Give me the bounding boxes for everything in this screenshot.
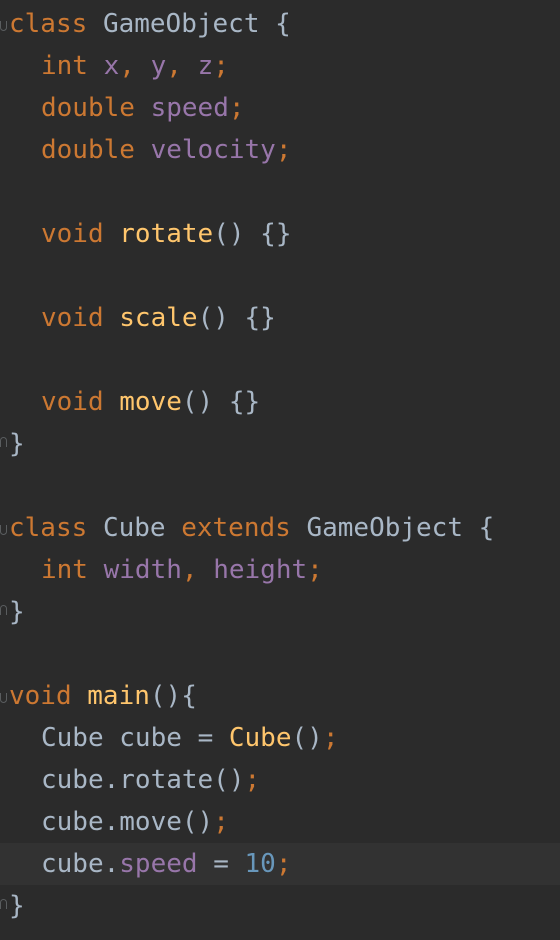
code-content: } <box>9 423 25 465</box>
semicolon: ; <box>228 93 245 123</box>
operator: = <box>197 723 214 753</box>
type-keyword: double <box>41 93 135 123</box>
code-content: cube.move(); <box>41 801 229 843</box>
code-line[interactable]: void scale() {} <box>0 297 560 339</box>
semicolon: ; <box>275 849 292 879</box>
brace: { <box>275 9 291 39</box>
method-body: () {} <box>213 219 292 249</box>
type-keyword: double <box>41 135 135 165</box>
field-name: velocity <box>150 135 276 165</box>
code-content: int width, height; <box>41 549 323 591</box>
method-name: rotate <box>119 219 214 249</box>
field-name: z <box>197 51 214 81</box>
fold-end-icon[interactable] <box>0 605 7 615</box>
constructor-call: Cube <box>228 723 292 753</box>
keyword: void <box>41 387 104 417</box>
code-line[interactable]: class GameObject { <box>0 3 560 45</box>
fold-end-icon[interactable] <box>0 437 7 447</box>
semicolon: ; <box>275 135 292 165</box>
code-content: cube.rotate(); <box>41 759 260 801</box>
fold-end-icon[interactable] <box>0 899 7 909</box>
code-content: double velocity; <box>41 129 291 171</box>
semicolon: ; <box>213 51 229 81</box>
current-code-line[interactable]: cube.speed = 10; <box>0 843 560 885</box>
class-name: Cube <box>102 513 166 543</box>
type-name: Cube <box>41 723 104 753</box>
code-line[interactable]: int width, height; <box>0 549 560 591</box>
semicolon: ; <box>322 723 339 753</box>
comma: , <box>166 51 182 81</box>
paren: () <box>291 723 323 753</box>
code-line[interactable]: void main(){ <box>0 675 560 717</box>
brace: } <box>9 429 25 459</box>
code-content: int x, y, z; <box>41 45 229 87</box>
field-name: x <box>103 51 120 81</box>
code-content: void rotate() {} <box>41 213 291 255</box>
fold-toggle-icon[interactable] <box>0 525 7 535</box>
semicolon: ; <box>213 807 229 837</box>
comma: , <box>181 555 198 585</box>
semicolon: ; <box>307 555 323 585</box>
parent-class-name: GameObject <box>306 513 463 543</box>
field-name: width <box>103 555 182 585</box>
code-content: void move() {} <box>41 381 260 423</box>
code-line[interactable]: cube.rotate(); <box>0 759 560 801</box>
function-name: main <box>87 681 150 711</box>
brace: } <box>9 891 25 921</box>
code-line[interactable]: class Cube extends GameObject { <box>0 507 560 549</box>
method-name: scale <box>119 303 198 333</box>
method-body: () {} <box>197 303 276 333</box>
field-name: speed <box>119 849 198 879</box>
function-paren: (){ <box>149 681 197 711</box>
method-name: move <box>119 387 182 417</box>
code-content: cube.speed = 10; <box>41 843 292 885</box>
fold-toggle-icon[interactable] <box>0 21 7 31</box>
code-editor[interactable]: class GameObject { int x, y, z; double s… <box>0 0 560 940</box>
code-line[interactable]: double speed; <box>0 87 560 129</box>
fold-toggle-icon[interactable] <box>0 693 7 703</box>
code-line[interactable]: double velocity; <box>0 129 560 171</box>
number-literal: 10 <box>244 849 276 879</box>
comma: , <box>119 51 135 81</box>
code-content: class Cube extends GameObject { <box>9 507 494 549</box>
code-content: double speed; <box>41 87 245 129</box>
object-ref: cube. <box>41 849 120 879</box>
method-call: cube.move() <box>41 807 214 837</box>
keyword: void <box>41 303 104 333</box>
keyword: void <box>41 219 104 249</box>
code-line[interactable]: Cube cube = Cube(); <box>0 717 560 759</box>
code-line[interactable]: } <box>0 885 560 927</box>
code-content: void scale() {} <box>41 297 276 339</box>
class-name: GameObject <box>102 9 260 39</box>
keyword: extends <box>181 513 291 543</box>
brace: { <box>478 513 495 543</box>
code-content: void main(){ <box>9 675 197 717</box>
code-line[interactable]: } <box>0 423 560 465</box>
code-line[interactable]: cube.move(); <box>0 801 560 843</box>
keyword: void <box>9 681 72 711</box>
code-line[interactable]: int x, y, z; <box>0 45 560 87</box>
code-line[interactable]: } <box>0 591 560 633</box>
semicolon: ; <box>244 765 261 795</box>
field-name: y <box>150 51 167 81</box>
code-content: Cube cube = Cube(); <box>41 717 338 759</box>
code-content: } <box>9 591 25 633</box>
method-body: () {} <box>181 387 261 417</box>
brace: } <box>9 597 25 627</box>
operator: = <box>197 849 245 879</box>
code-content: class GameObject { <box>9 3 291 45</box>
type-keyword: int <box>41 51 88 81</box>
type-keyword: int <box>41 555 88 585</box>
variable-name: cube <box>119 723 182 753</box>
code-content: } <box>9 885 25 927</box>
method-call: cube.rotate() <box>41 765 245 795</box>
field-name: height <box>213 555 308 585</box>
code-line[interactable]: void rotate() {} <box>0 213 560 255</box>
code-line[interactable]: void move() {} <box>0 381 560 423</box>
field-name: speed <box>150 93 229 123</box>
keyword: class <box>9 9 88 39</box>
keyword: class <box>9 513 88 543</box>
